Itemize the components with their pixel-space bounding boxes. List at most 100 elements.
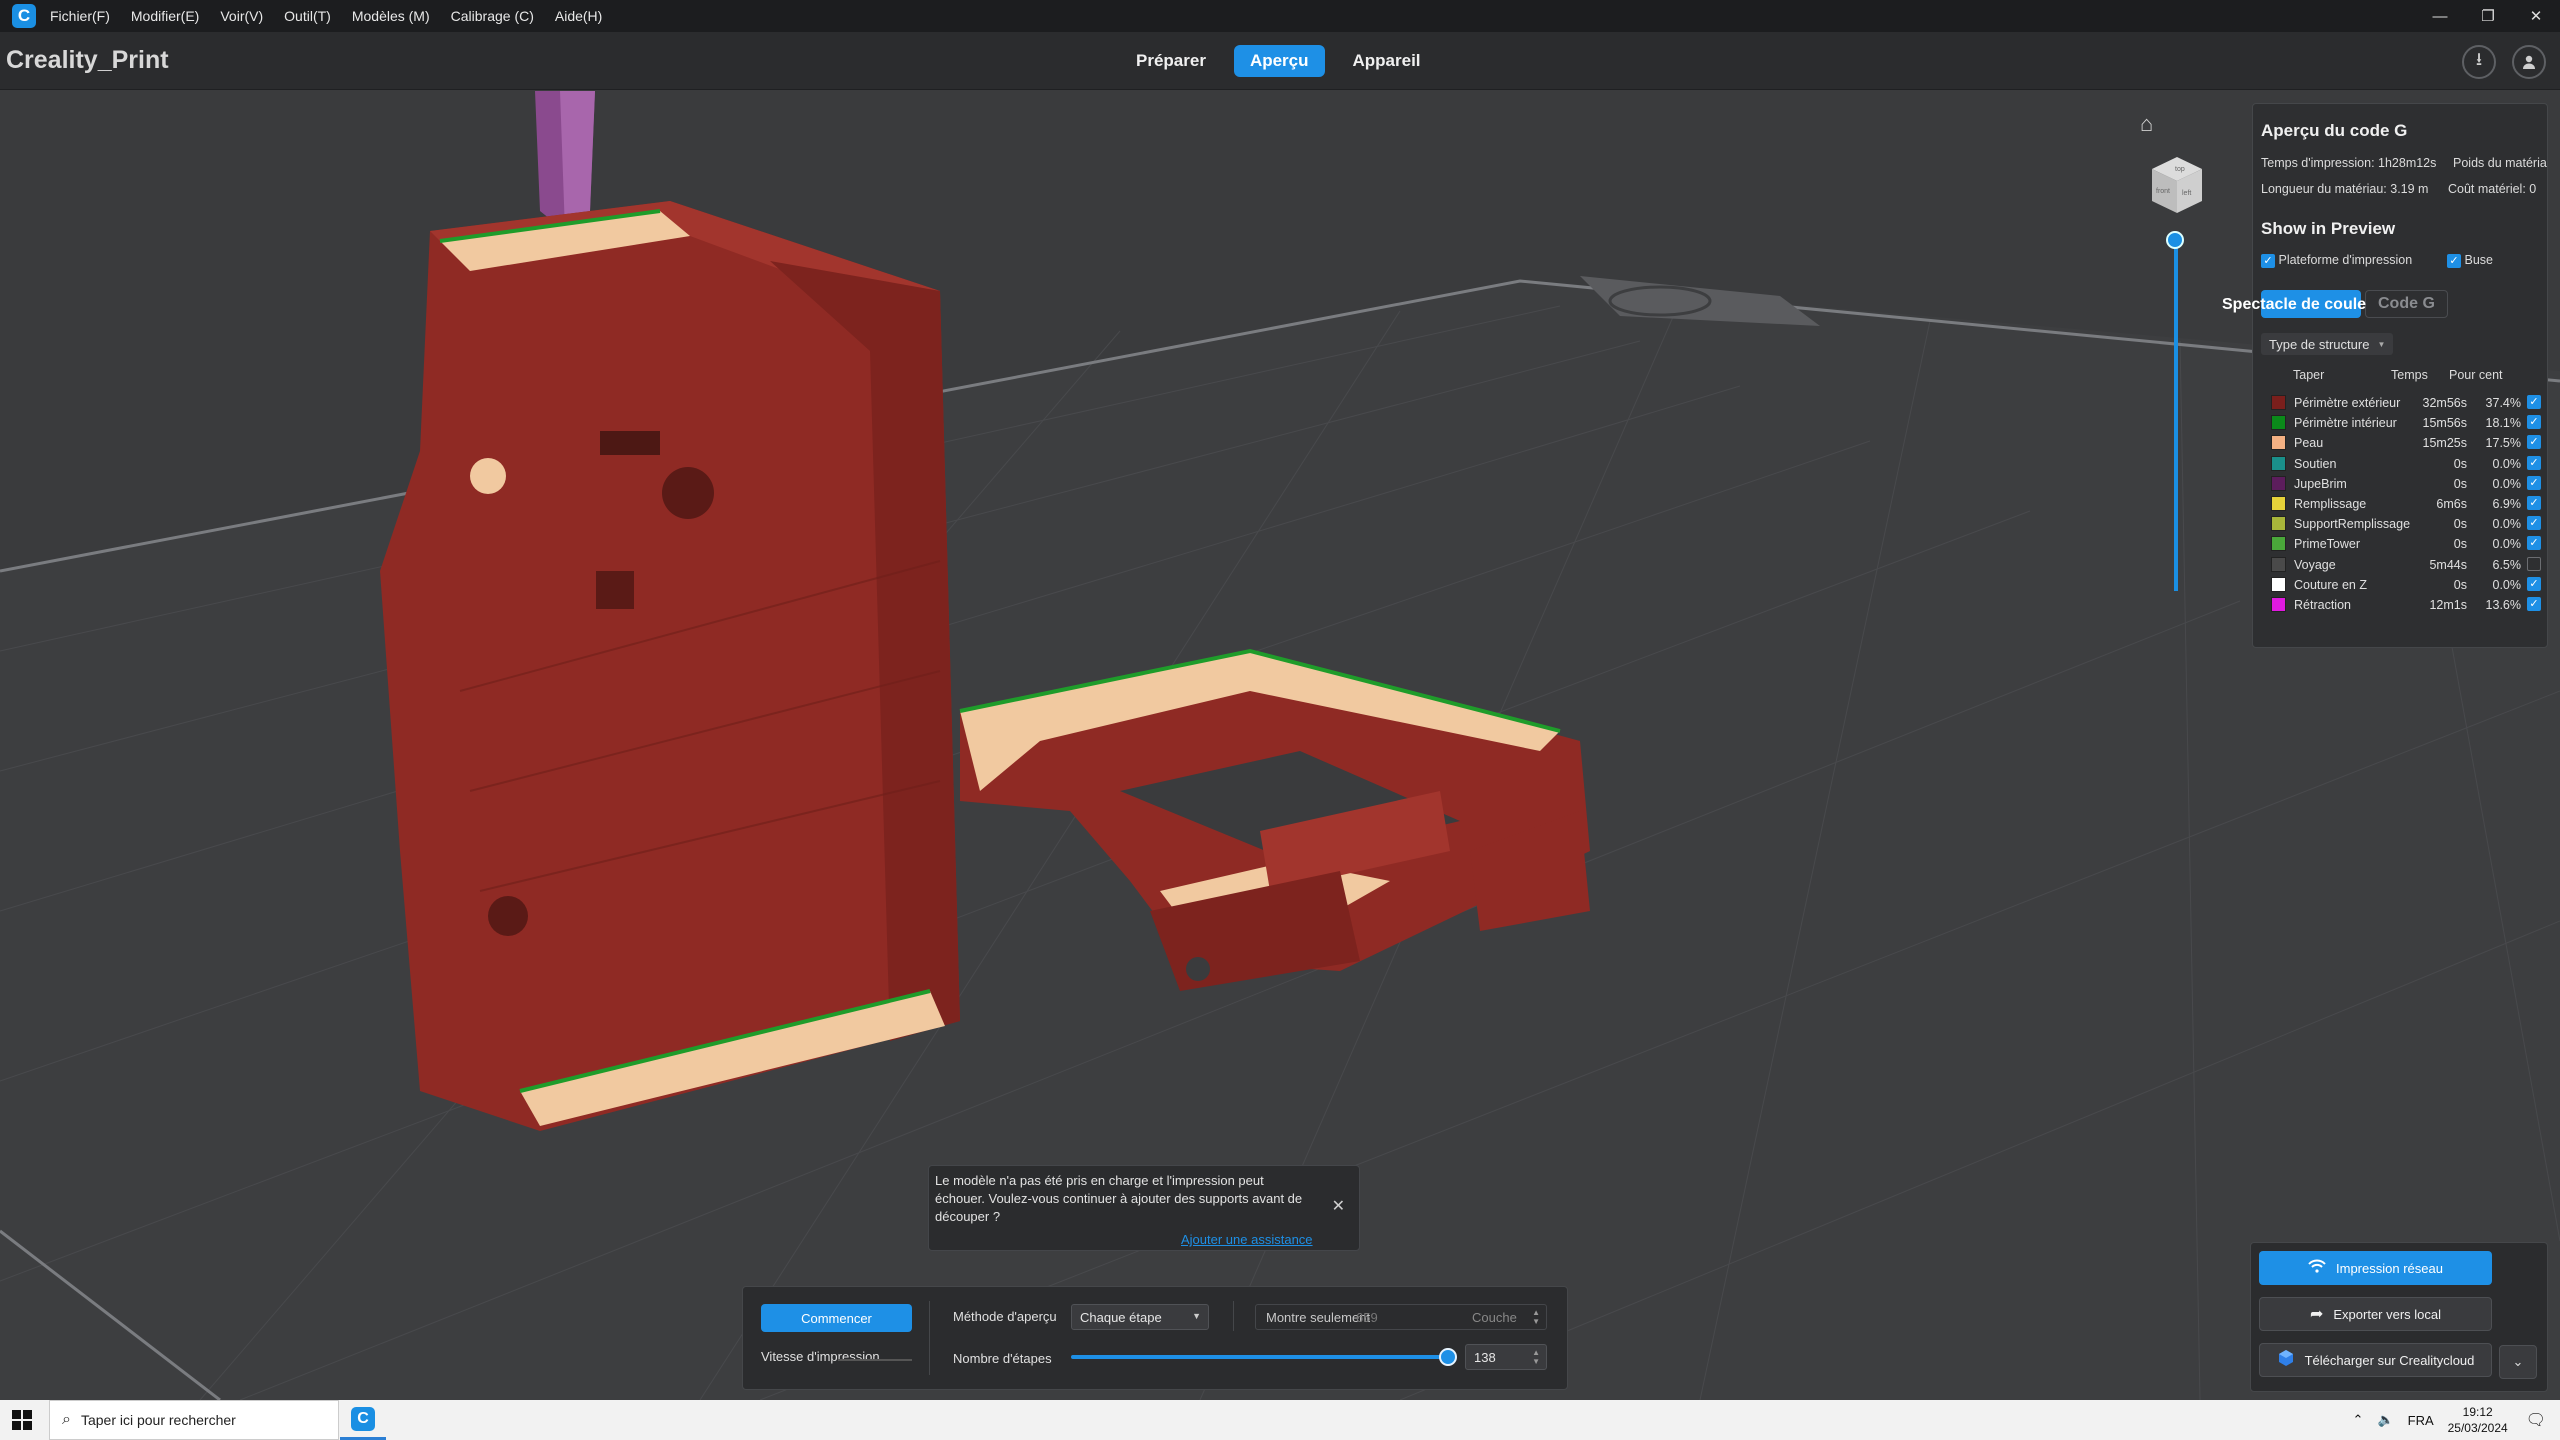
checkbox-icon[interactable]: ✓ (2527, 435, 2541, 450)
steps-slider-track[interactable] (1071, 1355, 1447, 1359)
tab-preview[interactable]: Aperçu (1233, 45, 1325, 77)
windows-start-icon[interactable] (12, 1410, 32, 1430)
taskbar-search[interactable]: ⌕ Taper ici pour rechercher (49, 1400, 339, 1440)
legend-time: 0s (2453, 476, 2467, 491)
system-tray: ⌃ 🔈 FRA 19:12 25/03/2024 🗨 (2353, 1400, 2560, 1440)
material-length: Longueur du matériau: 3.19 m (2261, 182, 2429, 196)
checkbox-icon[interactable]: ✓ (2261, 253, 2275, 268)
checkbox-icon[interactable]: ✓ (2527, 516, 2541, 531)
notification-icon[interactable]: 🗨 (2526, 1410, 2546, 1430)
support-warning-notice: Le modèle n'a pas été pris en charge et … (928, 1165, 1360, 1251)
preview-method-dropdown[interactable]: Chaque étape ▼ (1071, 1304, 1209, 1330)
menu-help[interactable]: Aide(H) (555, 8, 602, 24)
checkbox-icon[interactable]: ✓ (2527, 455, 2541, 470)
checkbox-icon[interactable]: ✓ (2527, 496, 2541, 510)
legend-name: PrimeTower (2294, 537, 2360, 552)
close-icon[interactable]: ✕ (1332, 1196, 1345, 1216)
menu-tools[interactable]: Outil(T) (284, 8, 331, 24)
home-view-icon[interactable]: ⌂ (2140, 111, 2153, 137)
start-button[interactable]: Commencer (761, 1304, 912, 1332)
legend-name: Voyage (2294, 557, 2336, 572)
show-nozzle-option[interactable]: ✓ Buse (2447, 253, 2493, 268)
speaker-icon[interactable]: 🔈 (2377, 1412, 2393, 1428)
legend-name: Rétraction (2294, 598, 2351, 612)
checkbox-icon[interactable]: ✓ (2527, 415, 2541, 430)
network-print-button[interactable]: Impression réseau (2259, 1251, 2492, 1285)
legend-row: PrimeTower 0s 0.0% ✓ (2271, 535, 2541, 553)
gcode-panel-title: Aperçu du code G (2261, 121, 2408, 140)
chevron-down-icon: ▼ (2377, 339, 2386, 349)
legend-swatch (2271, 475, 2286, 491)
legend-percent: 6.9% (2492, 497, 2522, 511)
show-platform-option[interactable]: ✓ Plateforme d'impression (2261, 253, 2412, 268)
preview-method-label: Méthode d'aperçu (953, 1309, 1057, 1324)
spin-arrows-icon[interactable]: ▲ ▼ (1532, 1348, 1540, 1366)
menu-models[interactable]: Modèles (M) (352, 8, 430, 24)
legend-swatch (2271, 536, 2286, 552)
structure-type-dropdown[interactable]: Type de structure ▼ (2261, 333, 2394, 355)
print-speed-slider[interactable] (838, 1359, 912, 1361)
clock[interactable]: 19:12 25/03/2024 (2448, 1404, 2508, 1436)
tab-gcode[interactable]: Code G (2365, 290, 2448, 318)
upload-cloud-button[interactable]: Télécharger sur Crealitycloud (2259, 1343, 2492, 1377)
legend-time: 32m56s (2422, 396, 2467, 410)
layer-slider-handle[interactable] (2166, 231, 2184, 249)
language-indicator[interactable]: FRA (2408, 1413, 2434, 1428)
app-title: Creality_Print (6, 46, 169, 74)
main-tabs: Préparer Aperçu Appareil (1120, 45, 1449, 77)
show-only-layer-input[interactable]: Montre seulement 659 Couche ▲ ▼ (1255, 1304, 1547, 1330)
steps-label: Nombre d'étapes (953, 1351, 1052, 1366)
legend-swatch (2271, 556, 2286, 572)
minimize-icon[interactable]: — (2416, 0, 2464, 32)
menu-view[interactable]: Voir(V) (220, 8, 263, 24)
legend-percent: 0.0% (2492, 476, 2522, 491)
checkbox-icon[interactable]: ✓ (2527, 475, 2541, 490)
legend-percent: 6.5% (2492, 557, 2522, 572)
checkbox-icon[interactable]: ✓ (2527, 536, 2541, 551)
legend-row: JupeBrim 0s 0.0% ✓ (2271, 475, 2541, 493)
chevron-down-icon[interactable]: ⌄ (2499, 1345, 2537, 1379)
legend-row: Remplissage 6m6s 6.9% ✓ (2271, 495, 2541, 513)
close-icon[interactable]: ✕ (2512, 0, 2560, 32)
download-icon[interactable]: ⭳ (2462, 45, 2496, 79)
steps-input[interactable]: 138 ▲ ▼ (1465, 1344, 1547, 1370)
navigation-cube[interactable]: top front left (2142, 151, 2212, 221)
print-time: Temps d'impression: 1h28m12s (2261, 156, 2437, 170)
add-support-link[interactable]: Ajouter une assistance (1181, 1232, 1313, 1247)
legend-percent: 0.0% (2492, 517, 2522, 532)
line-view-label[interactable]: Spectacle de coule (2222, 296, 2366, 314)
preview-method-value: Chaque étape (1080, 1309, 1162, 1325)
show-only-unit: Couche (1472, 1310, 1517, 1325)
tab-device[interactable]: Appareil (1337, 45, 1437, 77)
checkbox-icon[interactable]: ✓ (2447, 253, 2461, 268)
menu-file[interactable]: Fichier(F) (50, 8, 110, 24)
legend-row: Rétraction 12m1s 13.6% ✓ (2271, 596, 2541, 614)
menu-edit[interactable]: Modifier(E) (131, 8, 199, 24)
tab-prepare[interactable]: Préparer (1120, 45, 1222, 77)
windows-taskbar: ⌕ Taper ici pour rechercher C ⌃ 🔈 FRA 19… (0, 1400, 2560, 1440)
legend-swatch (2271, 597, 2286, 612)
legend-name: SupportRemplissage (2294, 517, 2411, 532)
steps-value: 138 (1474, 1349, 1496, 1365)
restore-icon[interactable]: ❐ (2464, 0, 2512, 32)
taskbar-creality-app[interactable]: C (340, 1400, 386, 1440)
checkbox-icon[interactable]: ✓ (2527, 395, 2541, 409)
legend-row: SupportRemplissage 0s 0.0% ✓ (2271, 515, 2541, 533)
user-icon[interactable] (2512, 45, 2546, 79)
checkbox-icon[interactable] (2527, 556, 2541, 571)
legend-time: 0s (2453, 517, 2467, 532)
layer-slider-track[interactable] (2174, 236, 2178, 591)
legend-swatch (2271, 435, 2286, 451)
legend-row: Voyage 5m44s 6.5% (2271, 556, 2541, 574)
legend-swatch (2271, 576, 2286, 592)
chevron-up-icon[interactable]: ⌃ (2353, 1412, 2364, 1428)
menu-calibration[interactable]: Calibrage (C) (451, 8, 534, 24)
show-nozzle-label: Buse (2464, 253, 2493, 267)
checkbox-icon[interactable]: ✓ (2527, 576, 2541, 591)
preview-control-bar: Commencer Vitesse d'impression Méthode d… (742, 1286, 1568, 1390)
checkbox-icon[interactable]: ✓ (2527, 597, 2541, 611)
export-local-button[interactable]: ➦ Exporter vers local (2259, 1297, 2492, 1331)
spin-arrows-icon[interactable]: ▲ ▼ (1532, 1308, 1540, 1326)
steps-slider-handle[interactable] (1439, 1348, 1457, 1366)
chevron-down-icon: ▼ (1192, 1311, 1201, 1321)
